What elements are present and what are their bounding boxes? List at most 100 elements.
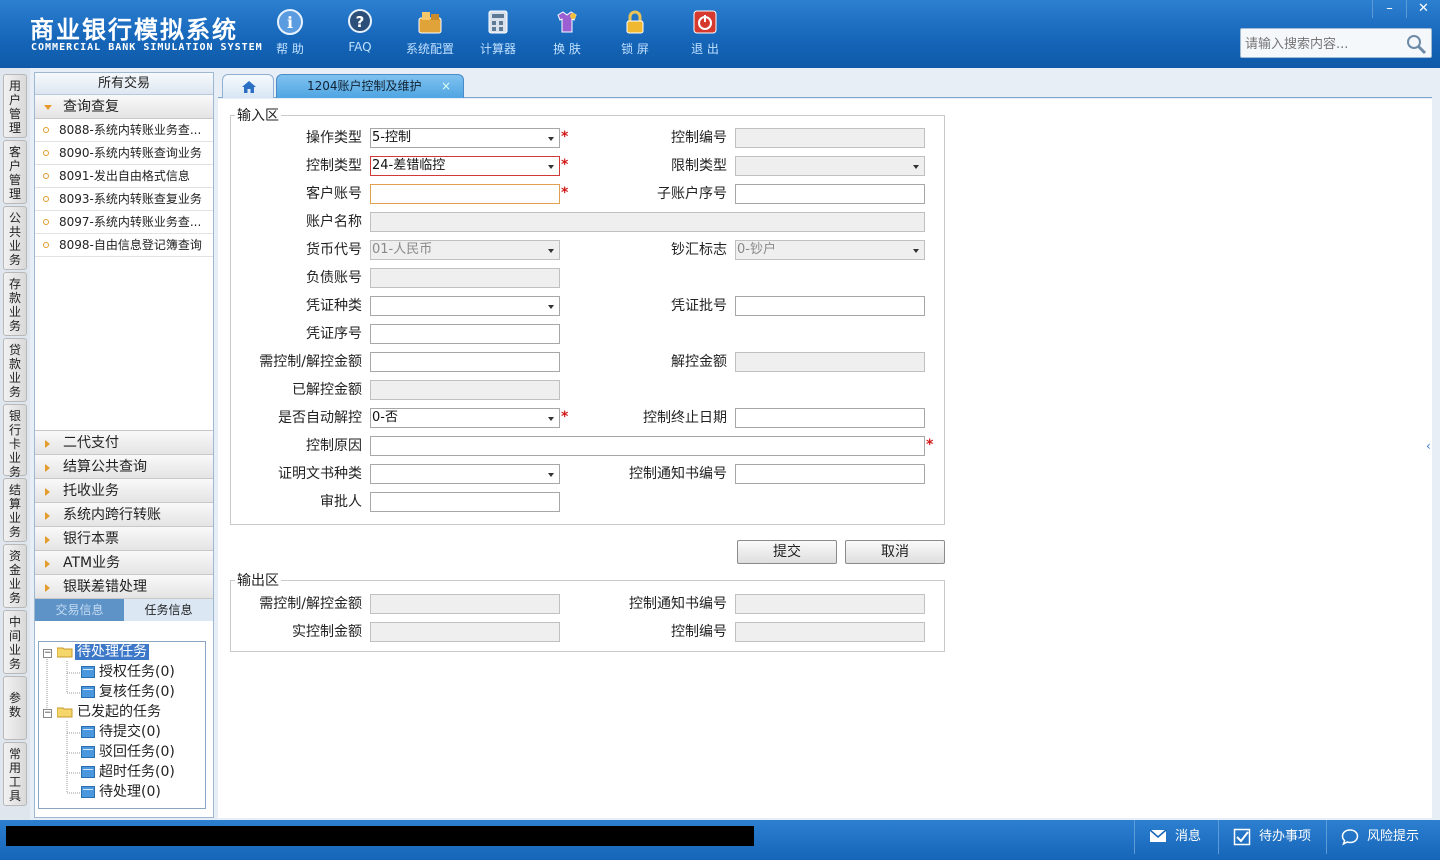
cust-acct-input[interactable] [370,184,560,204]
app-subtitle: COMMERCIAL BANK SIMULATION SYSTEM [31,42,263,53]
voucher-batch-input[interactable] [735,296,925,316]
required-mark: * [561,409,569,425]
voucher-seq-input[interactable] [370,324,560,344]
sidebar-item-8088[interactable]: 8088-系统内转账业务查... [35,119,213,142]
end-date-label: 控制终止日期 [643,410,727,426]
sub-acct-label: 子账户序号 [657,186,727,202]
risk-label: 风险提示 [1367,829,1420,844]
calculator-button[interactable]: 计算器 [463,8,533,57]
sidebar-item-8091[interactable]: 8091-发出自由格式信息 [35,165,213,188]
search-input[interactable] [1245,34,1405,54]
tab-home[interactable] [222,74,274,98]
auto-release-select[interactable]: 0-否 [370,408,560,428]
skin-button[interactable]: 换 肤 [532,8,602,57]
required-mark: * [561,129,569,145]
sidebar-title[interactable]: 所有交易 [35,73,213,95]
module-tab-settlement[interactable]: 结算业务 [3,478,27,542]
tree-node-authorize[interactable]: 授权任务(0) [81,663,175,682]
close-window-button[interactable]: ✕ [1406,0,1440,18]
module-tab-tools[interactable]: 常用工具 [3,742,27,806]
lock-button[interactable]: 锁 屏 [600,8,670,57]
chat-bubble-icon [1341,829,1359,846]
need-amt-input[interactable] [370,352,560,372]
module-tab-user[interactable]: 用户管理 [3,74,27,138]
tree-node-review[interactable]: 复核任务(0) [81,683,175,702]
skin-label: 换 肤 [553,42,581,56]
op-type-label: 操作类型 [306,130,362,146]
out-notice-no-label: 控制通知书编号 [629,596,727,612]
sidebar-group-settlement-query[interactable]: 结算公共查询 [35,455,213,479]
sidebar-item-label: 8097-系统内转账业务查... [59,215,202,229]
tab-task-info[interactable]: 任务信息 [124,599,213,621]
notice-no-label: 控制通知书编号 [629,466,727,482]
sidebar-group-query[interactable]: 查询查复 [35,95,213,119]
currency-label: 货币代号 [306,242,362,258]
tab-transaction-info[interactable]: 交易信息 [35,599,124,621]
tab-account-control[interactable]: 1204账户控制及维护 × [276,74,464,98]
tree-node-pending[interactable]: 待处理任务 [57,643,149,662]
svg-text:i: i [287,13,293,32]
config-button[interactable]: 系统配置 [395,8,465,57]
bullet-icon [43,173,49,179]
task-page-icon [81,766,95,778]
module-tab-intermediary[interactable]: 中间业务 [3,610,27,674]
sidebar-group-atm[interactable]: ATM业务 [35,551,213,575]
approver-input[interactable] [370,492,560,512]
sidebar-item-8097[interactable]: 8097-系统内转账业务查... [35,211,213,234]
risk-button[interactable]: 风险提示 [1326,820,1440,854]
search-icon[interactable] [1405,33,1427,55]
minimize-button[interactable]: – [1372,0,1406,18]
task-page-icon [81,746,95,758]
ctrl-type-select[interactable]: 24-差错临控 [370,156,560,176]
sidebar-item-8093[interactable]: 8093-系统内转账查复业务 [35,188,213,211]
module-tab-loan[interactable]: 贷款业务 [3,338,27,402]
end-date-input[interactable] [735,408,925,428]
expanded-arrow-icon [44,105,52,110]
cert-type-select[interactable] [370,464,560,484]
sidebar-item-label: 8090-系统内转账查询业务 [59,146,202,160]
help-button[interactable]: i 帮 助 [255,8,325,57]
tree-node-initiated[interactable]: 已发起的任务 [57,703,163,722]
module-tab-deposit[interactable]: 存款业务 [3,272,27,336]
out-actual-amt-label: 实控制金额 [292,624,362,640]
tree-node-to-process[interactable]: 待处理(0) [81,783,161,802]
collapse-toggle-icon[interactable]: − [43,709,52,718]
voucher-type-select[interactable] [370,296,560,316]
faq-button[interactable]: ? FAQ [325,8,395,54]
submit-button[interactable]: 提交 [737,540,837,564]
tree-node-timeout[interactable]: 超时任务(0) [81,763,175,782]
close-tab-icon[interactable]: × [441,75,451,97]
reason-input[interactable] [370,436,925,456]
sub-acct-input[interactable] [735,184,925,204]
message-button[interactable]: 消息 [1134,820,1214,854]
todo-button[interactable]: 待办事项 [1218,820,1322,854]
exit-label: 退 出 [691,42,719,56]
module-tab-customer[interactable]: 客户管理 [3,140,27,204]
tree-node-to-submit[interactable]: 待提交(0) [81,723,161,742]
sidebar-group-cashier-check[interactable]: 银行本票 [35,527,213,551]
acct-name-label: 账户名称 [306,214,362,230]
op-type-select[interactable]: 5-控制 [370,128,560,148]
sidebar-group-cnaps[interactable]: 二代支付 [35,431,213,455]
sidebar-group-collection[interactable]: 托收业务 [35,479,213,503]
search-box [1240,28,1432,58]
notice-no-input[interactable] [735,464,925,484]
sidebar-group-unionpay-error[interactable]: 银联差错处理 [35,575,213,599]
form-content: 输入区 操作类型 5-控制 * 控制编号 控制类型 24-差错临控 * 限制类型… [218,99,1432,818]
sidebar-group-label: 托收业务 [63,483,119,499]
module-tab-fund[interactable]: 资金业务 [3,544,27,608]
tree-node-label: 复核任务(0) [99,684,175,700]
reason-label: 控制原因 [306,438,362,454]
module-tab-card[interactable]: 银行卡业务 [3,404,27,479]
expand-panel-icon[interactable]: ‹ [1426,424,1436,468]
app-header: 商业银行模拟系统 COMMERCIAL BANK SIMULATION SYST… [0,0,1440,68]
sidebar-item-8090[interactable]: 8090-系统内转账查询业务 [35,142,213,165]
cancel-button[interactable]: 取消 [845,540,945,564]
sidebar-item-8098[interactable]: 8098-自由信息登记簿查询 [35,234,213,257]
sidebar-group-interbank[interactable]: 系统内跨行转账 [35,503,213,527]
collapse-toggle-icon[interactable]: − [43,649,52,658]
module-tab-params[interactable]: 参数 [3,676,27,740]
module-tab-public[interactable]: 公共业务 [3,206,27,270]
exit-button[interactable]: 退 出 [670,8,740,57]
tree-node-rejected[interactable]: 驳回任务(0) [81,743,175,762]
